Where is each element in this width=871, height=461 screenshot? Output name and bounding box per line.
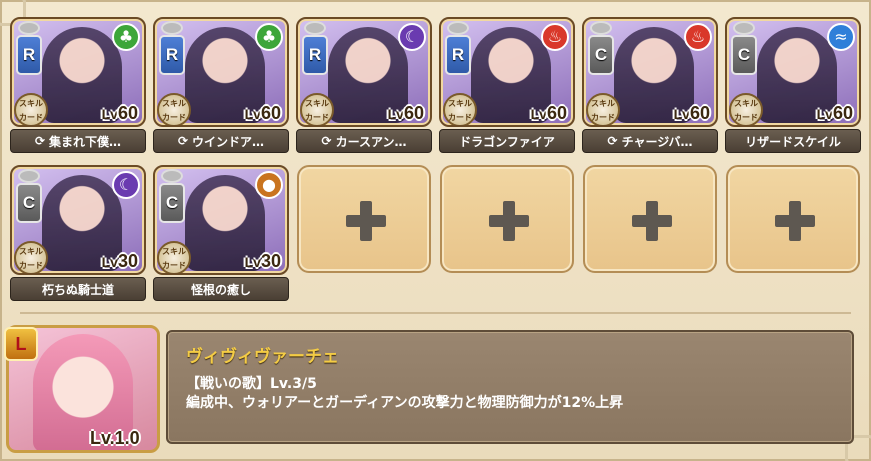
- empty-unit-slot[interactable]: [440, 165, 574, 273]
- rarity-badge: C: [16, 183, 42, 223]
- leader-skill-description: 編成中、ウォリアーとガーディアンの攻撃力と物理防御力が12%上昇: [186, 395, 624, 411]
- leader-badge: L: [4, 327, 38, 361]
- rarity-badge: R: [445, 35, 471, 75]
- unit-card[interactable]: C ☾ スキルカード Lv30 朽ちぬ騎士道: [10, 165, 146, 321]
- unit-skill-name[interactable]: リザードスケイル: [725, 129, 861, 153]
- leaf-icon: ♣: [255, 23, 283, 51]
- unit-skill-name[interactable]: ⟳ カースアン…: [296, 129, 432, 153]
- rarity-badge: R: [302, 35, 328, 75]
- unit-portrait[interactable]: C ☾ スキルカード Lv30: [10, 165, 146, 275]
- unit-skill-name[interactable]: ⟳ チャージバ…: [582, 129, 718, 153]
- unit-portrait[interactable]: R ♣ スキルカード Lv60: [153, 17, 289, 127]
- unit-skill-name[interactable]: 朽ちぬ騎士道: [10, 277, 146, 301]
- dark-icon: ☾: [112, 171, 140, 199]
- skill-name-label: 集まれ下僕…: [49, 134, 122, 149]
- skill-card-badge: スキルカード: [443, 93, 477, 125]
- rarity-crest-icon: [733, 21, 755, 35]
- fire-icon: ♨: [684, 23, 712, 51]
- empty-unit-slot[interactable]: [297, 165, 431, 273]
- skill-name-label: ドラゴンファイア: [459, 134, 555, 149]
- unit-skill-name[interactable]: ⟳ 集まれ下僕…: [10, 129, 146, 153]
- rarity-badge: C: [588, 35, 614, 75]
- leader-skill-name: 【戦いの歌】Lv.3/5: [186, 376, 317, 392]
- leader-info-panel: ヴィヴィヴァーチェ 【戦いの歌】Lv.3/5 編成中、ウォリアーとガーディアンの…: [166, 330, 854, 444]
- skill-name-label: 怪根の癒し: [190, 282, 251, 297]
- rarity-crest-icon: [18, 21, 40, 35]
- unit-card[interactable]: R ♨ スキルカード Lv60 ドラゴンファイア: [439, 17, 575, 173]
- leader-name: ヴィヴィヴァーチェ: [186, 347, 339, 367]
- unit-skill-name[interactable]: ドラゴンファイア: [439, 129, 575, 153]
- dark-icon: ☾: [398, 23, 426, 51]
- unit-card[interactable]: C ● スキルカード Lv30 怪根の癒し: [153, 165, 289, 321]
- plus-icon: [632, 201, 672, 241]
- unit-card[interactable]: R ♣ スキルカード Lv60 ⟳ 集まれ下僕…: [10, 17, 146, 173]
- skill-name-label: リザードスケイル: [745, 134, 841, 149]
- unit-card[interactable]: C ≈ スキルカード Lv60 リザードスケイル: [725, 17, 861, 173]
- skill-name-label: ウインドア…: [192, 134, 265, 149]
- earth-icon: ●: [255, 171, 283, 199]
- skill-card-badge: スキルカード: [729, 93, 763, 125]
- refresh-icon: ⟳: [607, 134, 618, 148]
- unit-card[interactable]: R ☾ スキルカード Lv60 ⟳ カースアン…: [296, 17, 432, 173]
- unit-skill-name[interactable]: 怪根の癒し: [153, 277, 289, 301]
- skill-name-label: チャージバ…: [621, 134, 693, 149]
- unit-level: Lv30: [101, 251, 138, 271]
- skill-name-label: カースアン…: [335, 134, 407, 149]
- unit-level: Lv60: [101, 103, 138, 123]
- rarity-badge: R: [159, 35, 185, 75]
- unit-level: Lv60: [387, 103, 424, 123]
- fire-icon: ♨: [541, 23, 569, 51]
- skill-card-badge: スキルカード: [14, 93, 48, 125]
- rarity-crest-icon: [161, 21, 183, 35]
- skill-card-badge: スキルカード: [157, 93, 191, 125]
- unit-portrait[interactable]: C ≈ スキルカード Lv60: [725, 17, 861, 127]
- skill-card-badge: スキルカード: [586, 93, 620, 125]
- unit-portrait[interactable]: C ♨ スキルカード Lv60: [582, 17, 718, 127]
- rarity-crest-icon: [304, 21, 326, 35]
- plus-icon: [775, 201, 815, 241]
- rarity-badge: C: [159, 183, 185, 223]
- refresh-icon: ⟳: [34, 134, 46, 148]
- unit-skill-name[interactable]: ⟳ ウインドア…: [153, 129, 289, 153]
- water-icon: ≈: [827, 23, 855, 51]
- unit-level: Lv60: [673, 103, 710, 123]
- unit-portrait[interactable]: R ☾ スキルカード Lv60: [296, 17, 432, 127]
- unit-card[interactable]: C ♨ スキルカード Lv60 ⟳ チャージバ…: [582, 17, 718, 173]
- rarity-badge: R: [16, 35, 42, 75]
- refresh-icon: ⟳: [177, 134, 189, 148]
- plus-icon: [489, 201, 529, 241]
- refresh-icon: ⟳: [321, 134, 332, 148]
- rarity-badge: C: [731, 35, 757, 75]
- empty-unit-slot[interactable]: [726, 165, 860, 273]
- unit-level: Lv60: [816, 103, 853, 123]
- rarity-crest-icon: [447, 21, 469, 35]
- unit-portrait[interactable]: R ♨ スキルカード Lv60: [439, 17, 575, 127]
- rarity-crest-icon: [18, 169, 40, 183]
- leaf-icon: ♣: [112, 23, 140, 51]
- unit-card[interactable]: R ♣ スキルカード Lv60 ⟳ ウインドア…: [153, 17, 289, 173]
- unit-portrait[interactable]: C ● スキルカード Lv30: [153, 165, 289, 275]
- empty-unit-slot[interactable]: [583, 165, 717, 273]
- leader-level: Lv.1.0: [90, 428, 140, 448]
- skill-card-badge: スキルカード: [300, 93, 334, 125]
- section-divider: [20, 312, 851, 314]
- rarity-crest-icon: [161, 169, 183, 183]
- skill-card-badge: スキルカード: [157, 241, 191, 273]
- skill-name-label: 朽ちぬ騎士道: [41, 282, 114, 297]
- plus-icon: [346, 201, 386, 241]
- unit-level: Lv60: [244, 103, 281, 123]
- skill-card-badge: スキルカード: [14, 241, 48, 273]
- unit-portrait[interactable]: R ♣ スキルカード Lv60: [10, 17, 146, 127]
- unit-level: Lv60: [530, 103, 567, 123]
- unit-level: Lv30: [244, 251, 281, 271]
- rarity-crest-icon: [590, 21, 612, 35]
